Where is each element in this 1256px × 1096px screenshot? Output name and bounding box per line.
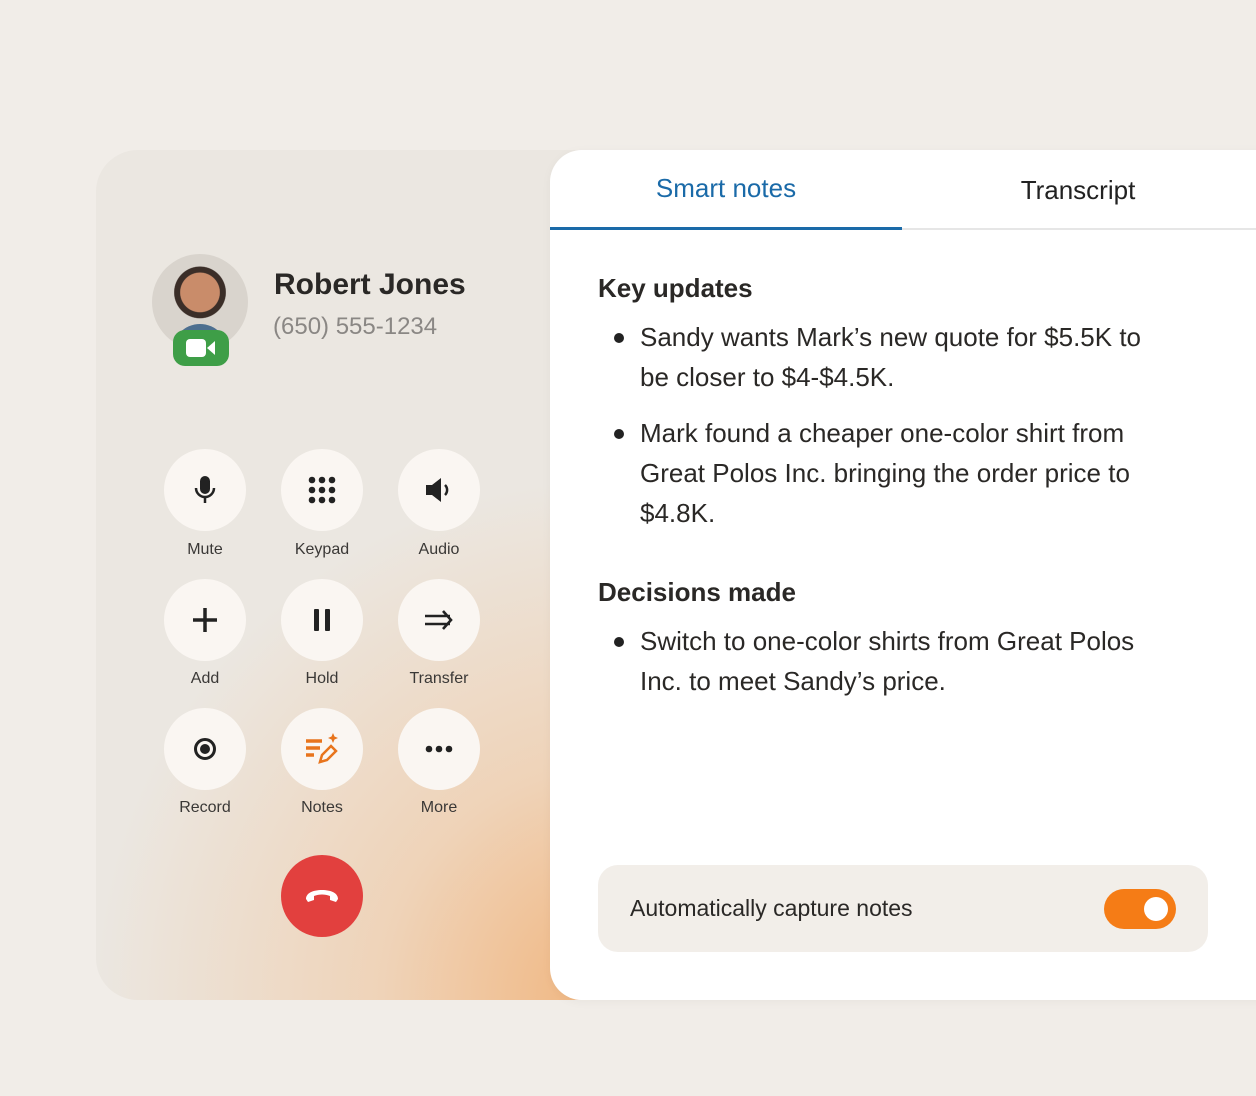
more-label: More (420, 799, 458, 816)
video-badge[interactable] (173, 330, 229, 366)
list-item: Sandy wants Mark’s new quote for $5.5K t… (612, 317, 1172, 397)
pause-icon (314, 609, 330, 631)
end-call-button[interactable] (281, 855, 363, 937)
mute-label: Mute (187, 541, 223, 558)
more-icon (425, 745, 453, 753)
auto-capture-toggle[interactable] (1104, 889, 1176, 929)
contact-name: Robert Jones (274, 268, 466, 301)
transfer-icon (425, 610, 453, 630)
mute-button[interactable] (164, 449, 246, 531)
contact-phone: (650) 555-1234 (273, 313, 438, 340)
notes-button[interactable] (281, 708, 363, 790)
key-updates-list: Sandy wants Mark’s new quote for $5.5K t… (612, 317, 1172, 549)
notes-panel: Smart notes Transcript Key updates Sandy… (550, 150, 1256, 1000)
notes-label: Notes (301, 799, 343, 816)
hold-button[interactable] (281, 579, 363, 661)
hold-label: Hold (305, 670, 339, 687)
auto-capture-label: Automatically capture notes (630, 895, 913, 921)
speaker-icon (426, 478, 449, 502)
audio-button[interactable] (398, 449, 480, 531)
tab-divider (902, 228, 1256, 230)
keypad-label: Keypad (294, 541, 350, 558)
decisions-list: Switch to one-color shirts from Great Po… (612, 621, 1172, 717)
list-item: Mark found a cheaper one-color shirt fro… (612, 413, 1172, 533)
keypad-icon (308, 476, 336, 504)
hang-up-icon (306, 890, 338, 902)
audio-label: Audio (418, 541, 460, 558)
record-label: Record (179, 799, 231, 816)
add-button[interactable] (164, 579, 246, 661)
tab-transcript[interactable]: Transcript (902, 150, 1254, 230)
smart-notes-icon (306, 733, 338, 764)
transfer-button[interactable] (398, 579, 480, 661)
record-button[interactable] (164, 708, 246, 790)
auto-capture-row: Automatically capture notes (598, 865, 1208, 952)
microphone-icon (194, 476, 216, 503)
plus-icon (193, 608, 217, 632)
more-button[interactable] (398, 708, 480, 790)
key-updates-heading: Key updates (598, 273, 753, 303)
keypad-button[interactable] (281, 449, 363, 531)
tab-smart-notes[interactable]: Smart notes (550, 150, 902, 230)
decisions-heading: Decisions made (598, 577, 796, 607)
video-camera-icon (186, 339, 215, 357)
list-item: Switch to one-color shirts from Great Po… (612, 621, 1172, 701)
add-label: Add (190, 670, 220, 687)
transfer-label: Transfer (409, 670, 469, 687)
record-icon (194, 738, 216, 760)
